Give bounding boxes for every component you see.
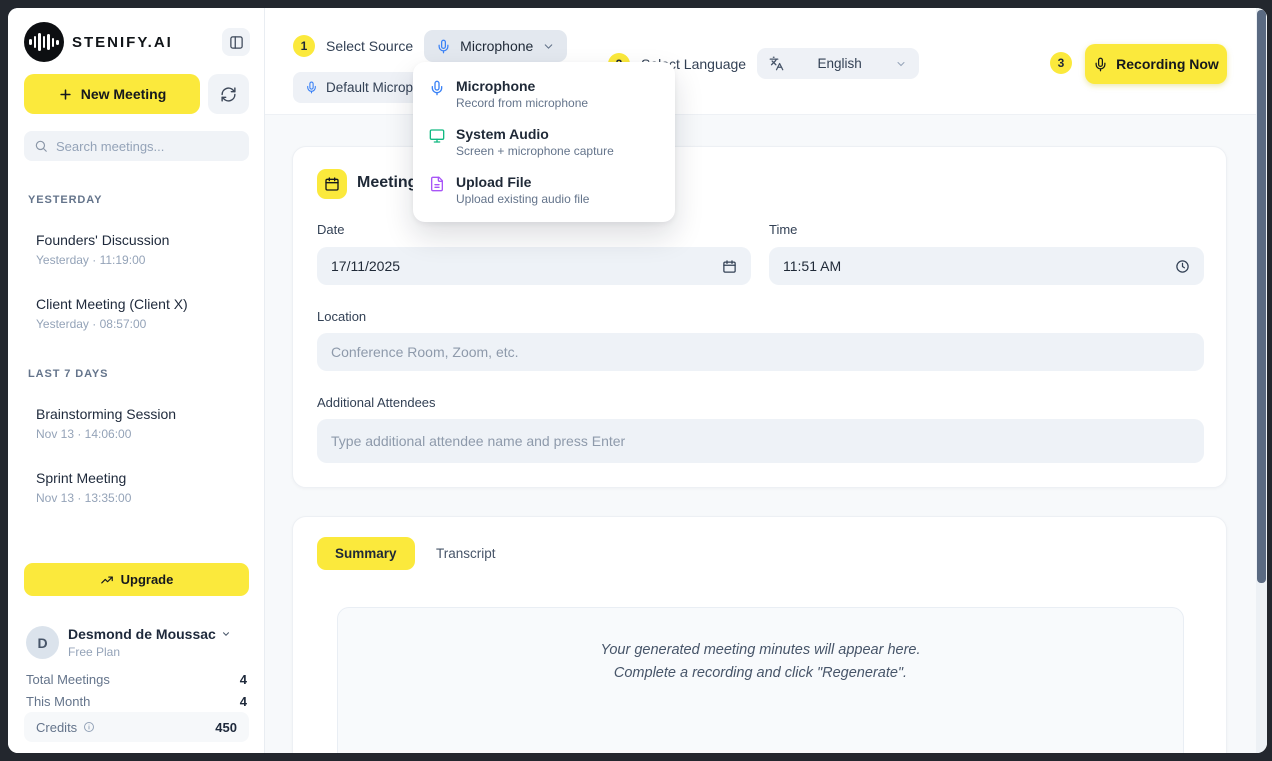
stat-total-meetings: Total Meetings 4 xyxy=(26,672,247,687)
menu-item-system-audio[interactable]: System Audio Screen + microphone capture xyxy=(413,118,675,166)
language-select-value: English xyxy=(793,56,886,71)
refresh-icon xyxy=(220,86,237,103)
main-area: 1 Select Source Microphone Default Micro… xyxy=(265,8,1256,753)
user-menu[interactable]: Desmond de Moussac xyxy=(68,626,231,642)
stat-label: Total Meetings xyxy=(26,672,110,687)
tab-transcript[interactable]: Transcript xyxy=(418,537,514,570)
date-label: Date xyxy=(317,222,344,237)
brand-title: STENIFY.AI xyxy=(72,34,173,51)
app-window: STENIFY.AI New Meeting xyxy=(8,8,1267,753)
step-1-group: 1 Select Source Microphone xyxy=(293,30,567,62)
sidebar: STENIFY.AI New Meeting xyxy=(8,8,265,753)
calendar-icon[interactable] xyxy=(722,259,737,274)
source-select[interactable]: Microphone xyxy=(424,30,567,62)
list-item-meeting-meta: Nov 13 · 13:35:00 xyxy=(36,491,131,505)
plus-icon xyxy=(58,87,73,102)
microphone-icon xyxy=(1093,57,1108,72)
chevron-down-icon xyxy=(895,58,907,70)
recording-now-button[interactable]: Recording Now xyxy=(1085,44,1227,84)
stat-value: 4 xyxy=(240,672,247,687)
stat-value: 450 xyxy=(215,720,237,735)
upgrade-label: Upgrade xyxy=(121,572,174,587)
date-field[interactable] xyxy=(317,247,751,285)
time-input[interactable] xyxy=(783,258,1165,274)
search-icon xyxy=(34,139,48,153)
time-label: Time xyxy=(769,222,797,237)
section-header-yesterday: YESTERDAY xyxy=(28,194,102,206)
summary-empty-state: Your generated meeting minutes will appe… xyxy=(337,607,1184,753)
menu-item-subtitle: Record from microphone xyxy=(456,95,588,111)
section-header-last-7-days: LAST 7 DAYS xyxy=(28,368,108,380)
attendees-field[interactable] xyxy=(317,419,1204,463)
panel-collapse-icon xyxy=(229,35,244,50)
chevron-down-icon xyxy=(221,629,231,639)
attendees-input[interactable] xyxy=(331,433,1190,449)
recording-now-label: Recording Now xyxy=(1116,56,1219,72)
step-1-label: Select Source xyxy=(326,38,413,54)
upgrade-button[interactable]: Upgrade xyxy=(24,563,249,596)
list-item-meeting-title[interactable]: Founders' Discussion xyxy=(36,232,169,248)
clock-icon[interactable] xyxy=(1175,259,1190,274)
microphone-icon xyxy=(429,80,445,96)
search-input[interactable] xyxy=(56,139,239,154)
microphone-icon xyxy=(305,81,318,94)
empty-state-line-1: Your generated meeting minutes will appe… xyxy=(338,639,1183,662)
languages-icon xyxy=(769,56,784,71)
empty-state-line-2: Complete a recording and click "Regenera… xyxy=(338,662,1183,685)
calendar-icon xyxy=(324,176,340,192)
stat-label: Credits xyxy=(36,720,77,735)
refresh-button[interactable] xyxy=(208,74,249,114)
location-input[interactable] xyxy=(331,344,1190,360)
tab-summary[interactable]: Summary xyxy=(317,537,415,570)
menu-item-subtitle: Upload existing audio file xyxy=(456,191,589,207)
source-dropdown-menu: Microphone Record from microphone System… xyxy=(413,62,675,222)
list-item-meeting-title[interactable]: Client Meeting (Client X) xyxy=(36,296,188,312)
location-field[interactable] xyxy=(317,333,1204,371)
date-input[interactable] xyxy=(331,258,712,274)
stat-label: This Month xyxy=(26,694,90,709)
file-icon xyxy=(429,176,445,192)
new-meeting-button[interactable]: New Meeting xyxy=(24,74,200,114)
scrollbar-thumb[interactable] xyxy=(1257,10,1266,583)
new-meeting-label: New Meeting xyxy=(81,86,167,102)
list-item-meeting-title[interactable]: Sprint Meeting xyxy=(36,470,126,486)
location-label: Location xyxy=(317,309,366,324)
scrollbar-track[interactable] xyxy=(1256,8,1267,753)
menu-item-microphone[interactable]: Microphone Record from microphone xyxy=(413,70,675,118)
chevron-down-icon xyxy=(542,40,555,53)
list-item-meeting-meta: Yesterday · 08:57:00 xyxy=(36,317,146,331)
menu-item-title: Upload File xyxy=(456,173,589,191)
info-icon[interactable] xyxy=(83,721,95,733)
user-name: Desmond de Moussac xyxy=(68,626,216,642)
list-item-meeting-meta: Yesterday · 11:19:00 xyxy=(36,253,145,267)
step-1-badge: 1 xyxy=(293,35,315,57)
menu-item-title: Microphone xyxy=(456,77,588,95)
results-card: Summary Transcript Your generated meetin… xyxy=(292,516,1227,753)
language-select[interactable]: English xyxy=(757,48,919,79)
step-3-badge: 3 xyxy=(1050,52,1072,74)
menu-item-subtitle: Screen + microphone capture xyxy=(456,143,614,159)
list-item-meeting-meta: Nov 13 · 14:06:00 xyxy=(36,427,131,441)
trending-up-icon xyxy=(100,573,114,587)
waveform-logo-icon xyxy=(24,22,64,62)
source-select-value: Microphone xyxy=(460,38,533,54)
sidebar-collapse-button[interactable] xyxy=(222,28,250,56)
stat-this-month: This Month 4 xyxy=(26,694,247,709)
monitor-icon xyxy=(429,128,445,144)
list-item-meeting-title[interactable]: Brainstorming Session xyxy=(36,406,176,422)
microphone-icon xyxy=(436,39,451,54)
user-plan: Free Plan xyxy=(68,645,120,659)
calendar-badge xyxy=(317,169,347,199)
avatar[interactable]: D xyxy=(26,626,59,659)
attendees-label: Additional Attendees xyxy=(317,395,436,410)
menu-item-title: System Audio xyxy=(456,125,614,143)
menu-item-upload-file[interactable]: Upload File Upload existing audio file xyxy=(413,166,675,214)
stat-value: 4 xyxy=(240,694,247,709)
stat-credits: Credits 450 xyxy=(24,712,249,742)
time-field[interactable] xyxy=(769,247,1204,285)
search-meetings-box[interactable] xyxy=(24,131,249,161)
